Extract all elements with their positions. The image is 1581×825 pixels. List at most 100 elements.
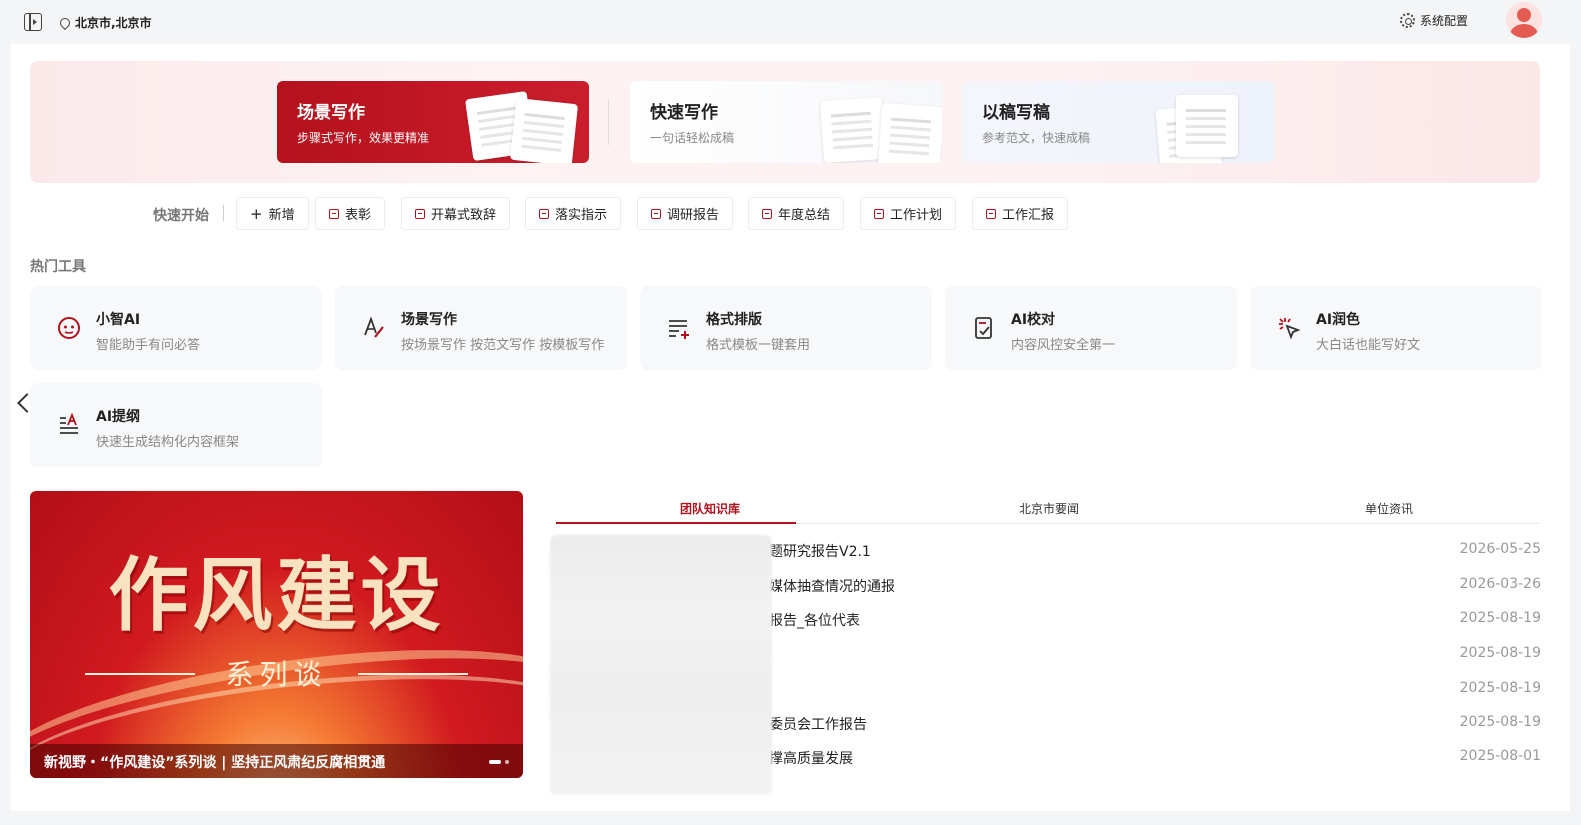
quick-start-work-report-button[interactable]: 工作汇报 (972, 197, 1069, 230)
mode-subtitle: 参考范文，快速成稿 (982, 131, 1091, 145)
active-tab-underline (556, 522, 796, 524)
button-label: 表彰 (345, 208, 372, 223)
redacted-overlay (550, 535, 772, 795)
tool-card-ai-outline[interactable]: AI提纲 快速生成结构化内容框架 (30, 383, 322, 467)
plus-icon: + (250, 204, 263, 223)
gear-icon (1400, 13, 1415, 28)
mode-card-quick-writing[interactable]: 快速写作 一句话轻松成稿 (630, 81, 942, 163)
location-indicator[interactable]: 北京市,北京市 (57, 14, 152, 31)
user-avatar[interactable] (1506, 2, 1542, 38)
button-label: 年度总结 (778, 208, 831, 223)
quick-start-new-button[interactable]: + 新增 (236, 197, 309, 230)
quick-start-annual-summary-button[interactable]: 年度总结 (748, 197, 845, 230)
divider (358, 673, 468, 675)
banner-headline: 作风建设 (108, 548, 445, 642)
magic-cursor-icon (1276, 315, 1302, 341)
carousel-dot[interactable] (489, 760, 501, 764)
news-title: 委员会工作报告 (769, 717, 867, 733)
news-date: 2025-08-01 (1459, 748, 1541, 764)
news-title: 报告_各位代表 (769, 613, 860, 629)
document-icon (539, 208, 549, 219)
tab-unit-news[interactable]: 单位资讯 (1365, 500, 1413, 517)
tool-description: 内容风控安全第一 (1011, 338, 1116, 353)
document-illustration (819, 96, 887, 163)
quick-start-commendation-button[interactable]: 表彰 (315, 197, 386, 230)
tab-beijing-news[interactable]: 北京市要闻 (1019, 500, 1079, 517)
outline-icon (56, 412, 82, 438)
hot-tools-title: 热门工具 (30, 259, 86, 275)
news-title: 撑高质量发展 (769, 751, 853, 767)
proofread-icon (971, 315, 997, 341)
quick-start-implement-instructions-button[interactable]: 落实指示 (525, 197, 622, 230)
pen-writing-icon (361, 315, 387, 341)
news-date: 2025-08-19 (1459, 645, 1541, 661)
robot-icon (56, 315, 82, 341)
document-icon (762, 208, 772, 219)
mode-subtitle: 步骤式写作，效果更精准 (297, 131, 430, 145)
writing-mode-hero: 场景写作 步骤式写作，效果更精准 快速写作 一句话轻松成稿 以稿写稿 参考范文，… (30, 61, 1540, 183)
quick-start-research-report-button[interactable]: 调研报告 (637, 197, 734, 230)
tool-name: AI校对 (1011, 312, 1056, 328)
tool-name: 小智AI (96, 312, 141, 328)
tool-description: 大白话也能写好文 (1316, 338, 1421, 353)
quick-start-label: 快速开始 (153, 208, 209, 224)
news-title: 媒体抽查情况的通报 (769, 579, 895, 595)
top-bar: 北京市,北京市 系统配置 (0, 0, 1581, 44)
button-label: 调研报告 (667, 208, 720, 223)
location-pin-icon (57, 15, 73, 30)
mode-card-scene-writing[interactable]: 场景写作 步骤式写作，效果更精准 (277, 81, 589, 163)
mode-card-draft-from-draft[interactable]: 以稿写稿 参考范文，快速成稿 (962, 81, 1274, 163)
tool-description: 快速生成结构化内容框架 (96, 435, 240, 450)
tool-card-ai-polish[interactable]: AI润色 大白话也能写好文 (1250, 286, 1542, 370)
sidebar-toggle-icon[interactable] (24, 13, 42, 31)
tab-team-knowledge-base[interactable]: 团队知识库 (680, 500, 740, 517)
quick-start-opening-speech-button[interactable]: 开幕式致辞 (401, 197, 511, 230)
tool-name: AI提纲 (96, 409, 141, 425)
mode-title: 以稿写稿 (982, 103, 1050, 123)
tool-name: 场景写作 (401, 312, 457, 328)
button-label: 开幕式致辞 (431, 208, 497, 223)
button-label: 落实指示 (555, 208, 608, 223)
main-content: 场景写作 步骤式写作，效果更精准 快速写作 一句话轻松成稿 以稿写稿 参考范文，… (11, 44, 1570, 811)
button-label: 工作计划 (890, 208, 943, 223)
mode-title: 场景写作 (297, 103, 365, 123)
quick-start-work-plan-button[interactable]: 工作计划 (860, 197, 957, 230)
system-settings-button[interactable]: 系统配置 (1400, 12, 1468, 29)
tool-description: 智能助手有问必答 (96, 338, 201, 353)
document-illustration (1176, 95, 1238, 157)
news-date: 2025-08-19 (1459, 610, 1541, 626)
mode-title: 快速写作 (650, 103, 718, 123)
tool-description: 按场景写作 按范文写作 按模板写作 (401, 338, 605, 353)
settings-label: 系统配置 (1420, 14, 1469, 28)
carousel-dot[interactable] (505, 760, 509, 764)
news-date: 2025-08-19 (1459, 714, 1541, 730)
format-list-icon (666, 315, 692, 341)
banner-caption: 新视野・“作风建设”系列谈 | 坚持正风肃纪反腐相贯通 (30, 744, 523, 778)
tool-name: 格式排版 (706, 312, 762, 328)
divider (608, 99, 609, 145)
carousel-indicator[interactable] (489, 760, 509, 764)
chart-icon (986, 208, 996, 219)
news-banner-carousel[interactable]: 作风建设 系列谈 新视野・“作风建设”系列谈 | 坚持正风肃纪反腐相贯通 (30, 491, 523, 778)
location-text: 北京市,北京市 (75, 16, 152, 30)
tool-card-format-layout[interactable]: 格式排版 格式模板一键套用 (640, 286, 932, 370)
document-illustration (509, 97, 579, 163)
news-title: 题研究报告V2.1 (769, 544, 871, 560)
mode-subtitle: 一句话轻松成稿 (650, 131, 735, 145)
divider (223, 205, 224, 221)
tool-description: 格式模板一键套用 (706, 338, 811, 353)
news-date: 2025-08-19 (1459, 680, 1541, 696)
document-icon (874, 208, 884, 219)
tool-card-xiaozhi-ai[interactable]: 小智AI 智能助手有问必答 (30, 286, 322, 370)
news-tabs: 团队知识库 北京市要闻 单位资讯 (556, 494, 1541, 524)
button-label: 新增 (268, 208, 295, 223)
tool-card-ai-proofread[interactable]: AI校对 内容风控安全第一 (945, 286, 1237, 370)
tool-name: AI润色 (1316, 312, 1361, 328)
button-label: 工作汇报 (1002, 208, 1055, 223)
news-date: 2026-03-26 (1459, 576, 1541, 592)
tool-card-scene-writing[interactable]: 场景写作 按场景写作 按范文写作 按模板写作 (335, 286, 627, 370)
news-date: 2026-05-25 (1459, 541, 1541, 557)
document-icon (415, 208, 425, 219)
document-icon (329, 208, 339, 219)
document-illustration (877, 102, 942, 163)
